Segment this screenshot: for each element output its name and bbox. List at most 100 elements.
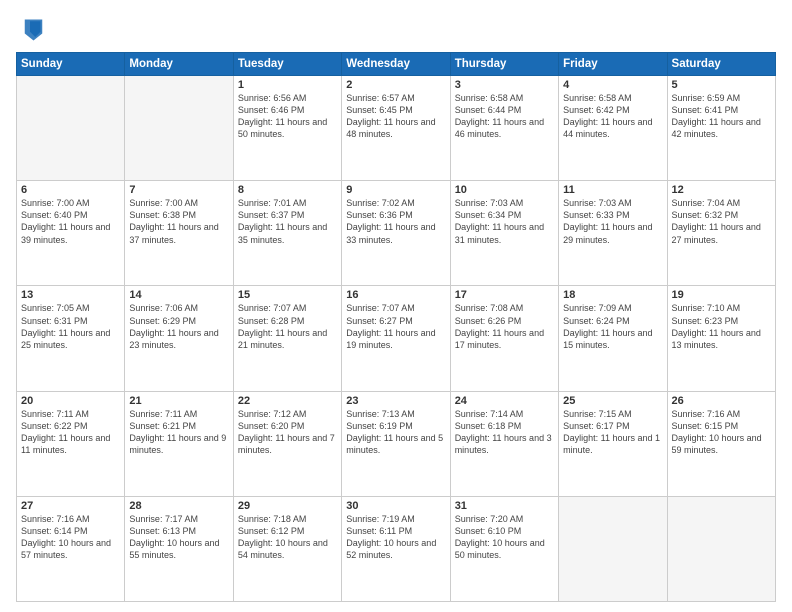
calendar-week-4: 27Sunrise: 7:16 AM Sunset: 6:14 PM Dayli…: [17, 496, 776, 601]
calendar-cell: 8Sunrise: 7:01 AM Sunset: 6:37 PM Daylig…: [233, 181, 341, 286]
day-info: Sunrise: 7:00 AM Sunset: 6:38 PM Dayligh…: [129, 197, 228, 246]
calendar-header-wednesday: Wednesday: [342, 53, 450, 76]
day-info: Sunrise: 7:09 AM Sunset: 6:24 PM Dayligh…: [563, 302, 662, 351]
calendar-header-monday: Monday: [125, 53, 233, 76]
day-info: Sunrise: 7:15 AM Sunset: 6:17 PM Dayligh…: [563, 408, 662, 457]
day-info: Sunrise: 7:03 AM Sunset: 6:33 PM Dayligh…: [563, 197, 662, 246]
day-number: 24: [455, 395, 554, 407]
calendar-cell: 20Sunrise: 7:11 AM Sunset: 6:22 PM Dayli…: [17, 391, 125, 496]
day-number: 17: [455, 289, 554, 301]
day-number: 18: [563, 289, 662, 301]
day-info: Sunrise: 7:02 AM Sunset: 6:36 PM Dayligh…: [346, 197, 445, 246]
day-info: Sunrise: 6:58 AM Sunset: 6:42 PM Dayligh…: [563, 92, 662, 141]
calendar-cell: 21Sunrise: 7:11 AM Sunset: 6:21 PM Dayli…: [125, 391, 233, 496]
calendar-cell: 9Sunrise: 7:02 AM Sunset: 6:36 PM Daylig…: [342, 181, 450, 286]
calendar-header-row: SundayMondayTuesdayWednesdayThursdayFrid…: [17, 53, 776, 76]
day-number: 3: [455, 79, 554, 91]
day-info: Sunrise: 7:07 AM Sunset: 6:28 PM Dayligh…: [238, 302, 337, 351]
calendar-cell: 18Sunrise: 7:09 AM Sunset: 6:24 PM Dayli…: [559, 286, 667, 391]
calendar-cell: 28Sunrise: 7:17 AM Sunset: 6:13 PM Dayli…: [125, 496, 233, 601]
day-info: Sunrise: 7:17 AM Sunset: 6:13 PM Dayligh…: [129, 513, 228, 562]
day-number: 7: [129, 184, 228, 196]
calendar-cell: 16Sunrise: 7:07 AM Sunset: 6:27 PM Dayli…: [342, 286, 450, 391]
day-number: 19: [672, 289, 771, 301]
day-info: Sunrise: 7:18 AM Sunset: 6:12 PM Dayligh…: [238, 513, 337, 562]
day-number: 25: [563, 395, 662, 407]
day-number: 26: [672, 395, 771, 407]
day-info: Sunrise: 7:06 AM Sunset: 6:29 PM Dayligh…: [129, 302, 228, 351]
calendar-cell: 10Sunrise: 7:03 AM Sunset: 6:34 PM Dayli…: [450, 181, 558, 286]
calendar-cell: 4Sunrise: 6:58 AM Sunset: 6:42 PM Daylig…: [559, 76, 667, 181]
day-info: Sunrise: 7:00 AM Sunset: 6:40 PM Dayligh…: [21, 197, 120, 246]
day-number: 15: [238, 289, 337, 301]
day-number: 30: [346, 500, 445, 512]
day-info: Sunrise: 7:14 AM Sunset: 6:18 PM Dayligh…: [455, 408, 554, 457]
day-info: Sunrise: 7:13 AM Sunset: 6:19 PM Dayligh…: [346, 408, 445, 457]
calendar-cell: 30Sunrise: 7:19 AM Sunset: 6:11 PM Dayli…: [342, 496, 450, 601]
day-number: 5: [672, 79, 771, 91]
calendar-cell: 14Sunrise: 7:06 AM Sunset: 6:29 PM Dayli…: [125, 286, 233, 391]
day-info: Sunrise: 7:03 AM Sunset: 6:34 PM Dayligh…: [455, 197, 554, 246]
day-number: 4: [563, 79, 662, 91]
day-info: Sunrise: 7:10 AM Sunset: 6:23 PM Dayligh…: [672, 302, 771, 351]
day-info: Sunrise: 7:07 AM Sunset: 6:27 PM Dayligh…: [346, 302, 445, 351]
calendar-week-3: 20Sunrise: 7:11 AM Sunset: 6:22 PM Dayli…: [17, 391, 776, 496]
calendar-cell: 25Sunrise: 7:15 AM Sunset: 6:17 PM Dayli…: [559, 391, 667, 496]
day-number: 14: [129, 289, 228, 301]
day-info: Sunrise: 7:16 AM Sunset: 6:14 PM Dayligh…: [21, 513, 120, 562]
day-number: 27: [21, 500, 120, 512]
calendar-cell: 29Sunrise: 7:18 AM Sunset: 6:12 PM Dayli…: [233, 496, 341, 601]
calendar-header-tuesday: Tuesday: [233, 53, 341, 76]
day-info: Sunrise: 7:20 AM Sunset: 6:10 PM Dayligh…: [455, 513, 554, 562]
calendar-table: SundayMondayTuesdayWednesdayThursdayFrid…: [16, 52, 776, 602]
calendar-cell: 22Sunrise: 7:12 AM Sunset: 6:20 PM Dayli…: [233, 391, 341, 496]
day-info: Sunrise: 6:57 AM Sunset: 6:45 PM Dayligh…: [346, 92, 445, 141]
day-number: 1: [238, 79, 337, 91]
day-info: Sunrise: 7:08 AM Sunset: 6:26 PM Dayligh…: [455, 302, 554, 351]
calendar-cell: 13Sunrise: 7:05 AM Sunset: 6:31 PM Dayli…: [17, 286, 125, 391]
calendar-cell: 3Sunrise: 6:58 AM Sunset: 6:44 PM Daylig…: [450, 76, 558, 181]
calendar-header-friday: Friday: [559, 53, 667, 76]
day-number: 12: [672, 184, 771, 196]
calendar-cell: 1Sunrise: 6:56 AM Sunset: 6:46 PM Daylig…: [233, 76, 341, 181]
calendar-cell: 23Sunrise: 7:13 AM Sunset: 6:19 PM Dayli…: [342, 391, 450, 496]
calendar-cell: 6Sunrise: 7:00 AM Sunset: 6:40 PM Daylig…: [17, 181, 125, 286]
day-info: Sunrise: 7:12 AM Sunset: 6:20 PM Dayligh…: [238, 408, 337, 457]
day-number: 22: [238, 395, 337, 407]
calendar-cell: 7Sunrise: 7:00 AM Sunset: 6:38 PM Daylig…: [125, 181, 233, 286]
day-number: 31: [455, 500, 554, 512]
calendar-week-0: 1Sunrise: 6:56 AM Sunset: 6:46 PM Daylig…: [17, 76, 776, 181]
calendar-cell: 15Sunrise: 7:07 AM Sunset: 6:28 PM Dayli…: [233, 286, 341, 391]
calendar-cell: 19Sunrise: 7:10 AM Sunset: 6:23 PM Dayli…: [667, 286, 775, 391]
logo: [16, 16, 48, 44]
day-info: Sunrise: 7:16 AM Sunset: 6:15 PM Dayligh…: [672, 408, 771, 457]
calendar-cell: 27Sunrise: 7:16 AM Sunset: 6:14 PM Dayli…: [17, 496, 125, 601]
calendar-cell: [559, 496, 667, 601]
calendar-week-2: 13Sunrise: 7:05 AM Sunset: 6:31 PM Dayli…: [17, 286, 776, 391]
calendar-cell: [125, 76, 233, 181]
header: [16, 16, 776, 44]
day-number: 10: [455, 184, 554, 196]
day-info: Sunrise: 7:05 AM Sunset: 6:31 PM Dayligh…: [21, 302, 120, 351]
calendar-header-thursday: Thursday: [450, 53, 558, 76]
day-number: 20: [21, 395, 120, 407]
calendar-cell: 17Sunrise: 7:08 AM Sunset: 6:26 PM Dayli…: [450, 286, 558, 391]
calendar-cell: [667, 496, 775, 601]
calendar-cell: 26Sunrise: 7:16 AM Sunset: 6:15 PM Dayli…: [667, 391, 775, 496]
day-number: 9: [346, 184, 445, 196]
day-info: Sunrise: 7:11 AM Sunset: 6:21 PM Dayligh…: [129, 408, 228, 457]
day-info: Sunrise: 7:19 AM Sunset: 6:11 PM Dayligh…: [346, 513, 445, 562]
day-number: 6: [21, 184, 120, 196]
calendar-header-sunday: Sunday: [17, 53, 125, 76]
day-number: 21: [129, 395, 228, 407]
calendar-cell: 5Sunrise: 6:59 AM Sunset: 6:41 PM Daylig…: [667, 76, 775, 181]
calendar-cell: 12Sunrise: 7:04 AM Sunset: 6:32 PM Dayli…: [667, 181, 775, 286]
day-number: 11: [563, 184, 662, 196]
day-info: Sunrise: 6:59 AM Sunset: 6:41 PM Dayligh…: [672, 92, 771, 141]
day-number: 8: [238, 184, 337, 196]
day-info: Sunrise: 6:58 AM Sunset: 6:44 PM Dayligh…: [455, 92, 554, 141]
calendar-header-saturday: Saturday: [667, 53, 775, 76]
day-number: 13: [21, 289, 120, 301]
calendar-cell: 2Sunrise: 6:57 AM Sunset: 6:45 PM Daylig…: [342, 76, 450, 181]
calendar-cell: 24Sunrise: 7:14 AM Sunset: 6:18 PM Dayli…: [450, 391, 558, 496]
